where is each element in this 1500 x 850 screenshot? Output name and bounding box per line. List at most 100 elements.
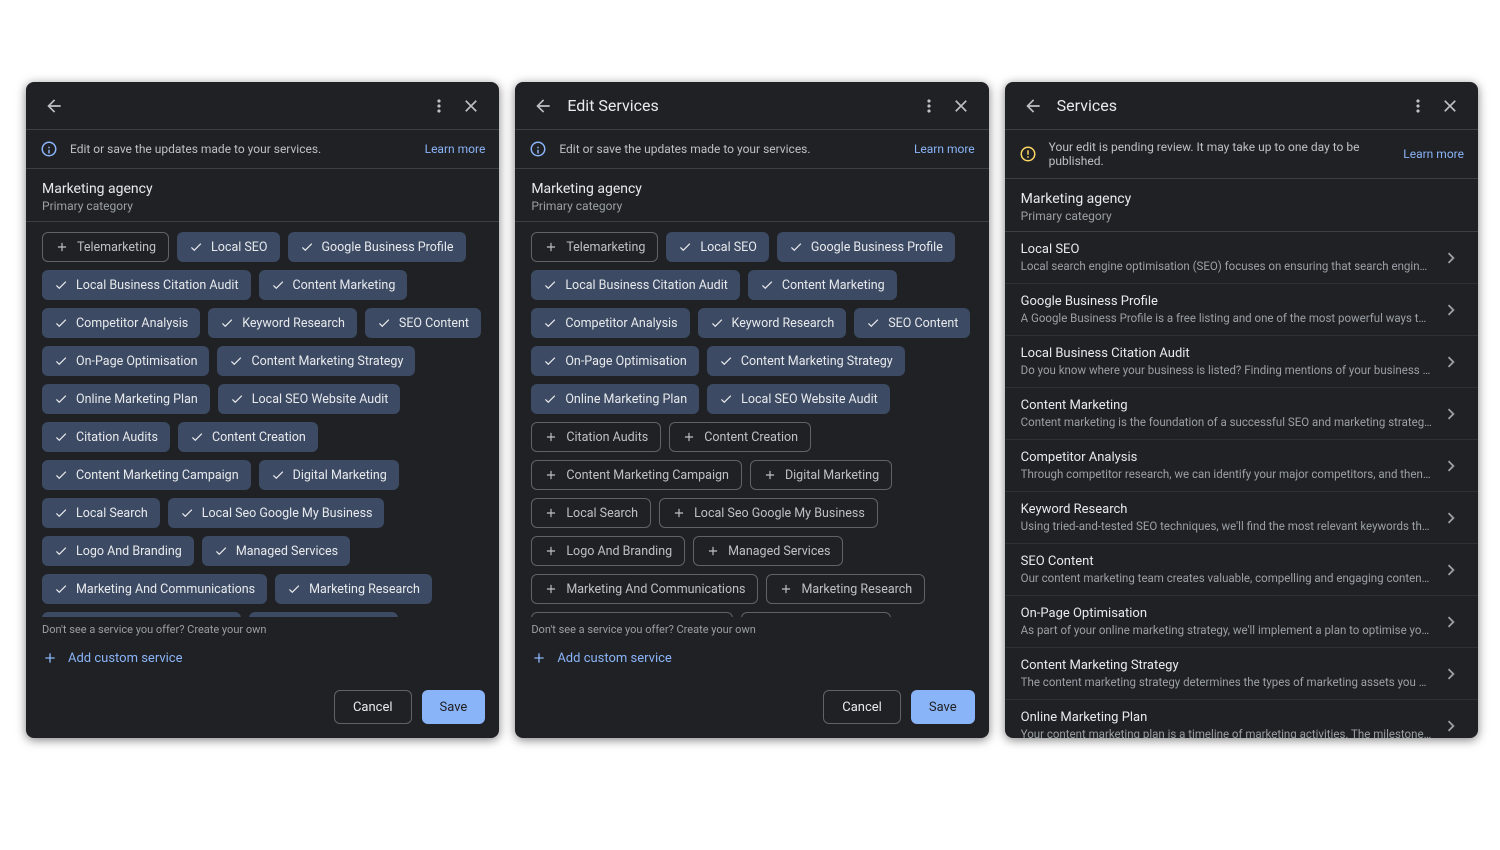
service-chip[interactable]: Digital Marketing xyxy=(750,460,892,490)
more-button[interactable] xyxy=(1402,90,1434,122)
chip-label: Local Search xyxy=(566,506,638,521)
service-row[interactable]: Keyword ResearchUsing tried-and-tested S… xyxy=(1005,492,1478,544)
services-list[interactable]: Local SEOLocal search engine optimisatio… xyxy=(1005,232,1478,738)
check-icon xyxy=(214,544,228,558)
category-subtitle: Primary category xyxy=(1021,209,1462,223)
service-chip[interactable]: Google Business Profile xyxy=(777,232,955,262)
service-chip[interactable]: Local Seo Google My Business xyxy=(168,498,385,528)
service-chip[interactable]: Marketing Research xyxy=(275,574,432,604)
service-chip[interactable]: Marketing And Communications xyxy=(42,574,267,604)
save-button[interactable]: Save xyxy=(422,690,486,724)
service-chip[interactable]: Local SEO xyxy=(666,232,768,262)
chevron-right-icon xyxy=(1440,507,1462,529)
check-icon xyxy=(180,506,194,520)
service-chip[interactable]: Local Business Citation Audit xyxy=(531,270,740,300)
learn-more-link[interactable]: Learn more xyxy=(425,142,486,156)
service-row[interactable]: SEO ContentOur content marketing team cr… xyxy=(1005,544,1478,596)
service-chip[interactable]: On-Page Optimisation xyxy=(42,346,209,376)
service-chip[interactable]: Citation Audits xyxy=(531,422,661,452)
service-name: Content Marketing xyxy=(1021,398,1432,413)
service-chip[interactable]: Managed Services xyxy=(693,536,843,566)
chip-label: Google Business Profile xyxy=(322,240,454,255)
service-chip[interactable]: Competitor Analysis xyxy=(42,308,200,338)
check-icon xyxy=(54,392,68,406)
service-row[interactable]: Local SEOLocal search engine optimisatio… xyxy=(1005,232,1478,284)
service-chip[interactable]: Content Marketing xyxy=(748,270,897,300)
back-button[interactable] xyxy=(527,90,559,122)
service-chip[interactable]: SEO Content xyxy=(854,308,970,338)
helper-text: Don't see a service you offer? Create yo… xyxy=(26,617,499,636)
more-button[interactable] xyxy=(423,90,455,122)
service-chip[interactable]: Local SEO Website Audit xyxy=(218,384,401,414)
chevron-right-icon xyxy=(1440,715,1462,737)
close-button[interactable] xyxy=(945,90,977,122)
service-chip[interactable]: Digital Marketing xyxy=(259,460,399,490)
service-chip[interactable]: On-Page Optimisation xyxy=(531,346,698,376)
service-chip[interactable]: Online Marketing Plan xyxy=(531,384,699,414)
chip-label: Online Marketing Plan xyxy=(76,392,198,407)
service-chip[interactable]: Marketing Research xyxy=(766,574,925,604)
service-row[interactable]: Local Business Citation AuditDo you know… xyxy=(1005,336,1478,388)
helper-text: Don't see a service you offer? Create yo… xyxy=(515,617,988,636)
save-button[interactable]: Save xyxy=(911,690,975,724)
add-custom-service[interactable]: Add custom service xyxy=(515,636,988,680)
service-row[interactable]: Online Marketing PlanYour content market… xyxy=(1005,700,1478,738)
chip-label: SEO Content xyxy=(888,316,958,331)
service-chip[interactable]: Local SEO Website Audit xyxy=(707,384,890,414)
service-chip[interactable]: Logo And Branding xyxy=(42,536,194,566)
close-button[interactable] xyxy=(455,90,487,122)
service-chip[interactable]: Keyword Research xyxy=(208,308,357,338)
service-chip[interactable]: Local Search xyxy=(42,498,160,528)
service-chip[interactable]: Content Marketing xyxy=(259,270,408,300)
add-custom-label: Add custom service xyxy=(68,651,183,666)
learn-more-link[interactable]: Learn more xyxy=(914,142,975,156)
service-row[interactable]: On-Page OptimisationAs part of your onli… xyxy=(1005,596,1478,648)
service-row[interactable]: Competitor AnalysisThrough competitor re… xyxy=(1005,440,1478,492)
check-icon xyxy=(271,278,285,292)
service-row[interactable]: Content MarketingContent marketing is th… xyxy=(1005,388,1478,440)
service-chip[interactable]: Content Marketing Campaign xyxy=(42,460,251,490)
learn-more-link[interactable]: Learn more xyxy=(1403,147,1464,161)
service-chip[interactable]: Content Creation xyxy=(669,422,811,452)
service-chip[interactable]: SEO Content xyxy=(365,308,481,338)
back-button[interactable] xyxy=(38,90,70,122)
check-icon xyxy=(54,316,68,330)
check-icon xyxy=(760,278,774,292)
back-button[interactable] xyxy=(1017,90,1049,122)
service-chip[interactable]: Local Seo Google My Business xyxy=(659,498,878,528)
chip-label: Marketing And Communications xyxy=(566,582,745,597)
chevron-right-icon xyxy=(1440,663,1462,685)
service-chip[interactable]: Competitor Analysis xyxy=(531,308,689,338)
service-chip[interactable]: Marketing And Communications xyxy=(531,574,758,604)
service-chip[interactable]: Content Marketing Campaign xyxy=(531,460,742,490)
service-chip[interactable]: Google Business Profile xyxy=(288,232,466,262)
close-button[interactable] xyxy=(1434,90,1466,122)
service-chip[interactable]: Local Business Citation Audit xyxy=(42,270,251,300)
chip-label: Digital Marketing xyxy=(293,468,387,483)
panel-services-list: Services Your edit is pending review. It… xyxy=(1005,82,1478,738)
banner-text: Your edit is pending review. It may take… xyxy=(1049,140,1396,168)
chip-label: Content Marketing xyxy=(782,278,885,293)
cancel-button[interactable]: Cancel xyxy=(334,690,412,724)
service-chip[interactable]: Content Marketing Strategy xyxy=(707,346,905,376)
chip-label: Online Marketing Plan xyxy=(565,392,687,407)
service-chip[interactable]: Local SEO xyxy=(177,232,279,262)
service-chip[interactable]: Local Search xyxy=(531,498,651,528)
chip-label: Content Marketing Strategy xyxy=(741,354,893,369)
service-row[interactable]: Google Business ProfileA Google Business… xyxy=(1005,284,1478,336)
service-chip[interactable]: Content Creation xyxy=(178,422,318,452)
service-chip[interactable]: Managed Services xyxy=(202,536,350,566)
service-chip[interactable]: Content Marketing Strategy xyxy=(217,346,415,376)
service-chip[interactable]: Telemarketing xyxy=(531,232,658,262)
chip-label: Citation Audits xyxy=(76,430,158,445)
service-chip[interactable]: Telemarketing xyxy=(42,232,169,262)
service-row[interactable]: Content Marketing StrategyThe content ma… xyxy=(1005,648,1478,700)
service-chip[interactable]: Online Marketing Plan xyxy=(42,384,210,414)
close-icon xyxy=(951,96,971,116)
add-custom-service[interactable]: Add custom service xyxy=(26,636,499,680)
service-chip[interactable]: Keyword Research xyxy=(698,308,847,338)
cancel-button[interactable]: Cancel xyxy=(823,690,901,724)
service-chip[interactable]: Citation Audits xyxy=(42,422,170,452)
service-chip[interactable]: Logo And Branding xyxy=(531,536,685,566)
more-button[interactable] xyxy=(913,90,945,122)
